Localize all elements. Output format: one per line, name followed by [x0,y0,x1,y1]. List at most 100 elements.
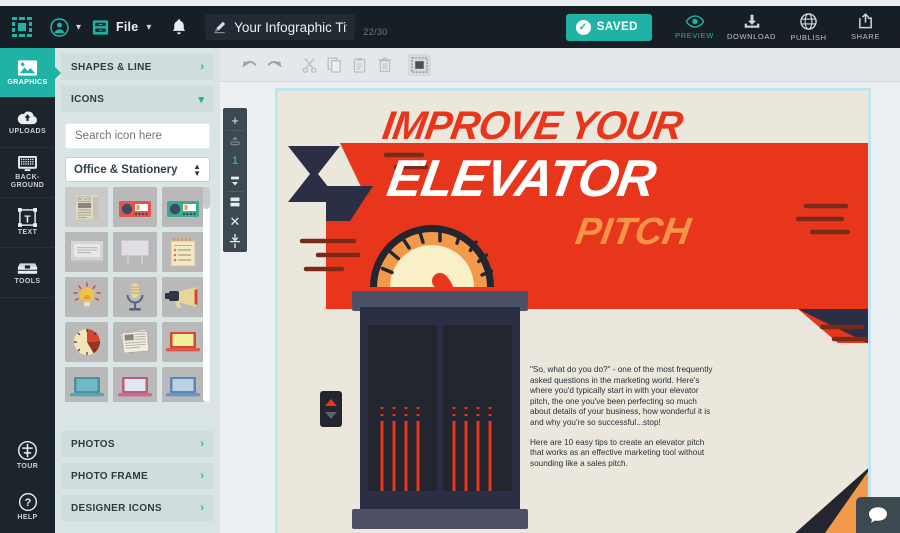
icon-cell-megaphone[interactable] [162,277,205,317]
radio-red-icon [117,194,153,220]
icon-cell-pie-clock[interactable] [65,322,108,362]
app-logo[interactable] [0,16,44,38]
document-title-area: Your Infographic Tit 22/30 [205,14,387,40]
file-menu[interactable]: File ▾ [91,18,157,37]
move-up-icon[interactable] [223,131,247,151]
icon-category-value: Office & Stationery [74,164,193,176]
icon-cell-laptop-teal[interactable] [65,367,108,402]
accordion-photos[interactable]: PHOTOS › [61,431,214,457]
crop-frame-icon [11,16,33,38]
svg-text:NEWS: NEWS [78,198,89,202]
download-label: DOWNLOAD [727,32,776,41]
collapse-arrows-button[interactable] [223,230,247,252]
icon-cell-blank-board[interactable] [113,232,156,272]
user-menu-button[interactable] [44,18,74,37]
top-bar: ▾ File ▾ [0,6,900,48]
icon-category-select[interactable]: Office & Stationery ▲▼ [65,157,210,182]
publish-button[interactable]: PUBLISH [780,13,837,42]
chat-bubble-icon [868,506,888,524]
sidebar-label-background: BACK-GROUND [11,174,45,190]
compass-icon [17,440,38,461]
sidebar-item-uploads[interactable]: UPLOADS [0,98,55,148]
preview-button[interactable]: PREVIEW [666,15,723,40]
icon-cell-whiteboard-text[interactable] [65,232,108,272]
file-menu-label: File [116,20,138,34]
undo-button[interactable] [238,54,261,76]
icon-search-row [61,118,214,151]
accordion-icons[interactable]: ICONS ▾ [61,86,214,112]
tour-button[interactable]: TOUR [0,429,55,481]
canvas-workspace[interactable]: + 1 ✕ [220,82,900,533]
icon-cell-lightbulb-idea[interactable] [65,277,108,317]
move-down-icon[interactable] [223,171,247,191]
icon-cell-newspaper-stack[interactable] [113,322,156,362]
close-x-icon[interactable]: ✕ [223,212,247,232]
document-title-input[interactable]: Your Infographic Tit [205,14,355,40]
icon-category-row: Office & Stationery ▲▼ [61,151,214,187]
icon-cell-newspaper[interactable]: NEWS [65,187,108,227]
chevron-down-icon[interactable]: ▾ [146,22,151,33]
sidebar-label-uploads: UPLOADS [9,128,46,136]
icon-cell-laptop-pink[interactable] [113,367,156,402]
icon-cell-radio-green[interactable] [162,187,205,227]
duplicate-icon[interactable] [223,192,247,212]
monitor-icon [17,155,38,172]
panel-bottom-sections: PHOTOS › PHOTO FRAME › DESIGNER ICONS › [61,431,214,527]
accordion-label: SHAPES & LINE [71,62,200,73]
tour-label: TOUR [17,463,38,471]
add-plus-icon[interactable]: + [223,110,247,130]
accordion-photo-frame[interactable]: PHOTO FRAME › [61,463,214,489]
chevron-down-icon[interactable]: ▾ [76,22,81,33]
icon-cell-notepad[interactable] [162,232,205,272]
cut-button[interactable] [298,54,321,76]
icon-cell-laptop-blue[interactable] [162,367,205,402]
copy-button[interactable] [323,54,346,76]
redo-button[interactable] [263,54,286,76]
design-canvas[interactable]: IMPROVE YOUR ELEVATOR PITCH "So, what do… [275,88,871,533]
accordion-designer-icons[interactable]: DESIGNER ICONS › [61,495,214,521]
saved-status-button[interactable]: ✓ SAVED [566,14,652,41]
canvas-size-button[interactable] [408,54,431,76]
chevron-right-icon: › [200,502,204,514]
app-root: ▾ File ▾ [0,0,900,533]
newspaper-stack-icon [118,327,152,357]
download-button[interactable]: DOWNLOAD [723,14,780,41]
publish-label: PUBLISH [790,33,826,42]
search-input-wrap[interactable] [65,123,210,149]
paste-button[interactable] [348,54,371,76]
search-input[interactable] [75,130,220,142]
icon-grid-scrollbar[interactable] [203,187,210,402]
layer-number[interactable]: 1 [223,151,247,171]
chat-button[interactable] [856,497,900,533]
question-icon: ? [18,492,38,512]
chevron-right-icon: › [200,61,204,73]
delete-button[interactable] [373,54,396,76]
sidebar-item-tools[interactable]: TOOLS [0,248,55,298]
pencil-icon [213,20,227,34]
accordion-label: DESIGNER ICONS [71,503,200,514]
redo-icon [266,58,283,72]
megaphone-icon [164,284,202,310]
sidebar-item-text[interactable]: T TEXT [0,198,55,248]
canvas-size-icon [411,57,428,73]
newspaper-icon: NEWS [70,192,104,222]
accordion-label: PHOTO FRAME [71,471,200,482]
sidebar-item-background[interactable]: BACK-GROUND [0,148,55,198]
microphone-icon [122,281,148,313]
notifications-button[interactable] [171,18,187,36]
share-button[interactable]: SHARE [837,13,894,41]
sidebar-label-graphics: GRAPHICS [7,79,47,87]
collapse-arrows-icon [229,234,241,248]
icon-cell-laptop-yellow[interactable] [162,322,205,362]
help-button[interactable]: ? HELP [0,481,55,533]
accordion-shapes-and-line[interactable]: SHAPES & LINE › [61,54,214,80]
accordion-label: ICONS [71,94,198,105]
left-rail-bottom: TOUR ? HELP [0,429,55,533]
scrollbar-thumb[interactable] [203,187,210,209]
radio-green-icon [165,194,201,220]
sidebar-item-graphics[interactable]: GRAPHICS [0,48,55,98]
icon-cell-radio-red[interactable] [113,187,156,227]
icon-cell-microphone[interactable] [113,277,156,317]
body-copy: "So, what do you do?" - one of the most … [530,365,715,469]
lightbulb-idea-icon [70,281,104,313]
